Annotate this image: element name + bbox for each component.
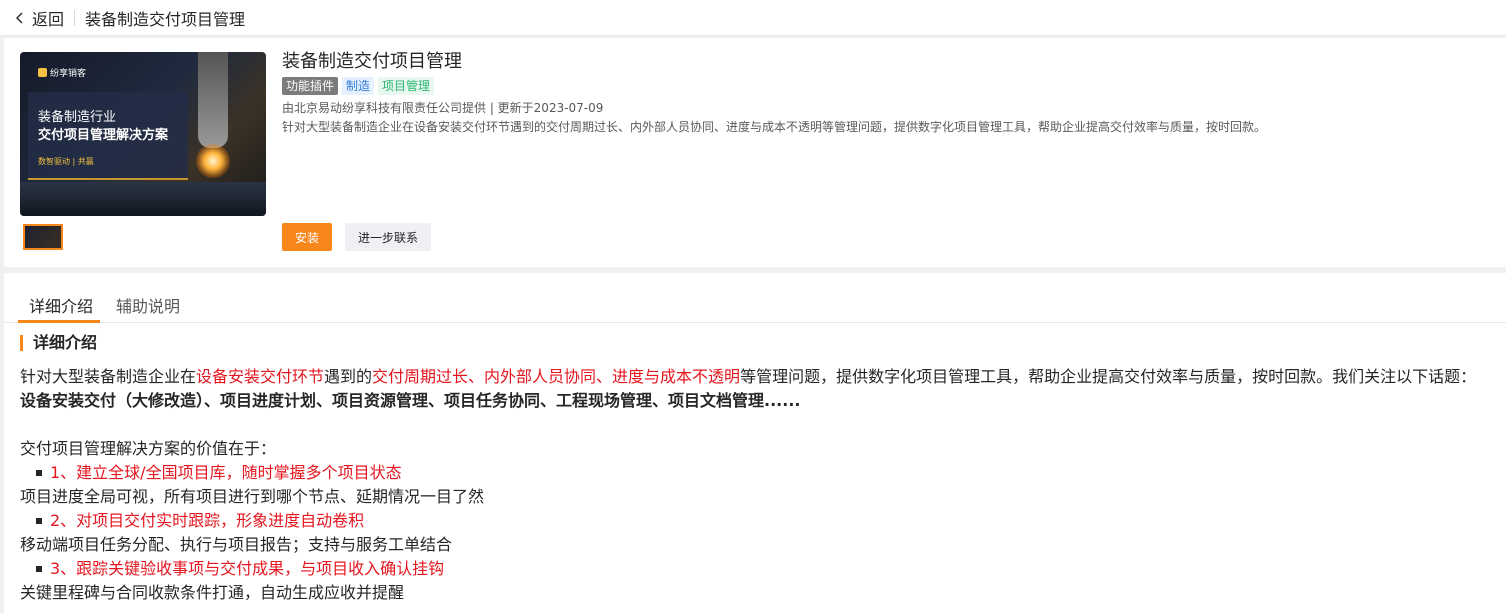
list-item: 2、对项目交付实时跟踪，形象进度自动卷积 xyxy=(20,509,1500,533)
tab-detail[interactable]: 详细介绍 xyxy=(29,293,93,317)
value-desc-2: 移动端项目任务分配、执行与项目报告；支持与服务工单结合 xyxy=(20,535,453,554)
tab-bar: 详细介绍 辅助说明 xyxy=(4,273,1506,323)
topics-line: 设备安装交付（大修改造）、项目进度计划、项目资源管理、项目任务协同、工程现场管理… xyxy=(20,391,801,410)
chevron-left-icon xyxy=(16,12,23,23)
value-desc-3: 关键里程碑与合同收款条件打通，自动生成应收并提醒 xyxy=(20,583,405,602)
spark-graphic xyxy=(196,144,230,178)
install-button[interactable]: 安装 xyxy=(282,223,332,251)
cover-line-2: 交付项目管理解决方案 xyxy=(38,128,169,143)
product-description: 针对大型装备制造企业在设备安装交付环节遇到的交付周期过长、内外部人员协同、进度与… xyxy=(282,120,1267,134)
tag-project-management: 项目管理 xyxy=(378,77,435,95)
tag-plugin: 功能插件 xyxy=(282,77,339,95)
intro-text: 遇到的 xyxy=(324,367,373,386)
value-item-1: 1、建立全球/全国项目库，随时掌握多个项目状态 xyxy=(50,463,402,482)
product-card: 纷享销客 装备制造行业 交付项目管理解决方案 数智驱动 | 共赢 装备制造交付项… xyxy=(4,38,1506,267)
cover-thumbnail[interactable] xyxy=(23,224,63,250)
cover-line-3: 数智驱动 | 共赢 xyxy=(38,157,94,166)
product-info: 装备制造交付项目管理 功能插件 制造 项目管理 由北京易动纷享科技有限责任公司提… xyxy=(282,50,1482,135)
intro-text: 针对大型装备制造企业在 xyxy=(20,367,197,386)
bullet-icon xyxy=(36,566,42,572)
cover-accent-bar xyxy=(28,178,188,180)
page-title: 装备制造交付项目管理 xyxy=(85,9,246,29)
product-meta: 由北京易动纷享科技有限责任公司提供 | 更新于2023-07-09 xyxy=(282,101,604,115)
detail-content: 针对大型装备制造企业在设备安装交付环节遇到的交付周期过长、内外部人员协同、进度与… xyxy=(20,365,1500,605)
cover-image: 纷享销客 装备制造行业 交付项目管理解决方案 数智驱动 | 共赢 xyxy=(20,52,266,216)
list-item: 3、跟踪关键验收事项与交付成果，与项目收入确认挂钩 xyxy=(20,557,1500,581)
back-label: 返回 xyxy=(32,9,65,29)
intro-text: 等管理问题，提供数字化项目管理工具，帮助企业提高交付效率与质量，按时回款。我们关… xyxy=(740,367,1477,386)
bullet-icon xyxy=(36,518,42,524)
value-item-2: 2、对项目交付实时跟踪，形象进度自动卷积 xyxy=(50,511,365,530)
tag-list: 功能插件 制造 项目管理 xyxy=(282,77,1482,95)
detail-panel: 详细介绍 辅助说明 详细介绍 针对大型装备制造企业在设备安装交付环节遇到的交付周… xyxy=(4,273,1506,613)
intro-paragraph: 针对大型装备制造企业在设备安装交付环节遇到的交付周期过长、内外部人员协同、进度与… xyxy=(20,365,1500,389)
product-title: 装备制造交付项目管理 xyxy=(282,51,462,72)
cover-line-1: 装备制造行业 xyxy=(38,110,117,125)
laser-head-graphic xyxy=(198,52,228,148)
metal-plate-graphic xyxy=(20,182,266,216)
top-bar: 返回 装备制造交付项目管理 xyxy=(0,0,1506,36)
value-desc-1: 项目进度全局可视，所有项目进行到哪个节点、延期情况一目了然 xyxy=(20,487,485,506)
tag-manufacturing: 制造 xyxy=(342,77,375,95)
contact-button[interactable]: 进一步联系 xyxy=(345,223,431,251)
intro-highlight-1: 设备安装交付环节 xyxy=(196,367,325,386)
divider xyxy=(74,9,76,26)
intro-highlight-2: 交付周期过长、内外部人员协同、进度与成本不透明 xyxy=(372,367,741,386)
section-title: 详细介绍 xyxy=(20,335,97,351)
cover-logo: 纷享销客 xyxy=(38,66,86,79)
value-item-3: 3、跟踪关键验收事项与交付成果，与项目收入确认挂钩 xyxy=(50,559,445,578)
tab-help[interactable]: 辅助说明 xyxy=(116,293,180,317)
value-heading: 交付项目管理解决方案的价值在于： xyxy=(20,439,277,458)
list-item: 1、建立全球/全国项目库，随时掌握多个项目状态 xyxy=(20,461,1500,485)
bullet-icon xyxy=(36,470,42,476)
active-tab-indicator xyxy=(18,320,100,323)
back-button[interactable]: 返回 xyxy=(12,6,64,30)
